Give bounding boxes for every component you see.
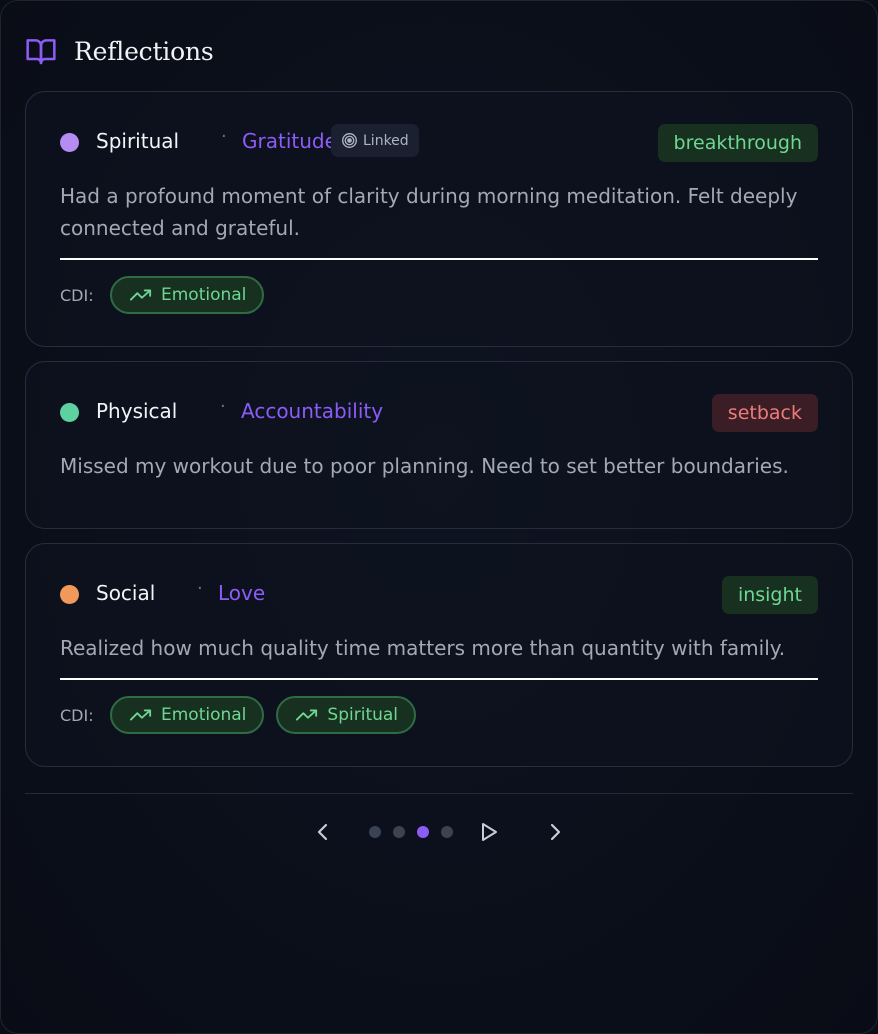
trending-up-icon xyxy=(130,288,161,302)
domain-color-dot xyxy=(60,585,79,604)
outcome-tag: setback xyxy=(711,394,818,432)
reflection-text: Missed my workout due to poor planning. … xyxy=(60,454,789,478)
chevron-left-icon[interactable] xyxy=(304,813,342,851)
domain-color-dot xyxy=(60,403,79,422)
value-label: Gratitude xyxy=(242,129,337,153)
page-dot-4[interactable] xyxy=(441,826,453,838)
reflection-text: Realized how much quality time matters m… xyxy=(60,636,786,660)
panel-title: Reflections xyxy=(74,36,214,66)
page-dot-3[interactable] xyxy=(417,826,429,838)
linked-badge[interactable]: Linked xyxy=(331,124,419,157)
cdi-pill-label: Emotional xyxy=(161,705,247,725)
separator-dot: · xyxy=(220,396,226,417)
card-header: Spiritual · Gratitude Linked breakthroug… xyxy=(60,124,818,162)
domain-label: Spiritual xyxy=(96,129,180,153)
trending-up-icon xyxy=(130,708,161,722)
target-icon xyxy=(341,132,363,149)
card-header: Social · Love insight xyxy=(60,576,818,614)
separator-dot: · xyxy=(221,126,227,147)
cdi-row: CDI: Emotional xyxy=(60,276,276,314)
book-open-icon xyxy=(25,35,57,67)
card-header: Physical · Accountability setback xyxy=(60,394,818,432)
cdi-row: CDI: Emotional Spiritual xyxy=(60,696,428,734)
cdi-pill-label: Spiritual xyxy=(327,705,399,725)
domain-label: Social xyxy=(96,581,156,605)
page-dot-1[interactable] xyxy=(369,826,381,838)
panel-header: Reflections xyxy=(25,31,214,71)
pagination xyxy=(1,813,878,851)
cdi-label: CDI: xyxy=(60,285,94,305)
outcome-tag: insight xyxy=(721,576,818,614)
footer-divider xyxy=(25,793,853,794)
domain-label: Physical xyxy=(96,399,178,423)
cdi-pill-label: Emotional xyxy=(161,285,247,305)
chevron-right-icon[interactable] xyxy=(536,813,574,851)
cdi-label: CDI: xyxy=(60,705,94,725)
linked-label: Linked xyxy=(363,132,409,149)
domain-color-dot xyxy=(60,133,79,152)
reflection-text: Had a profound moment of clarity during … xyxy=(60,184,798,240)
cdi-pill-spiritual[interactable]: Spiritual xyxy=(276,696,417,734)
reflection-card[interactable]: Spiritual · Gratitude Linked breakthroug… xyxy=(25,91,853,347)
divider xyxy=(60,678,818,680)
value-label: Love xyxy=(218,581,266,605)
cdi-pill-emotional[interactable]: Emotional xyxy=(110,696,265,734)
cdi-pill-emotional[interactable]: Emotional xyxy=(110,276,265,314)
reflections-panel: Reflections Spiritual · Gratitude Linked… xyxy=(0,0,878,1034)
reflection-card[interactable]: Social · Love insight Realized how much … xyxy=(25,543,853,767)
reflection-card[interactable]: Physical · Accountability setback Missed… xyxy=(25,361,853,529)
page-dot-2[interactable] xyxy=(393,826,405,838)
separator-dot: · xyxy=(197,578,203,599)
outcome-tag: breakthrough xyxy=(657,124,818,162)
value-label: Accountability xyxy=(241,399,384,423)
divider xyxy=(60,258,818,260)
play-icon[interactable] xyxy=(470,813,508,851)
trending-up-icon xyxy=(296,708,327,722)
